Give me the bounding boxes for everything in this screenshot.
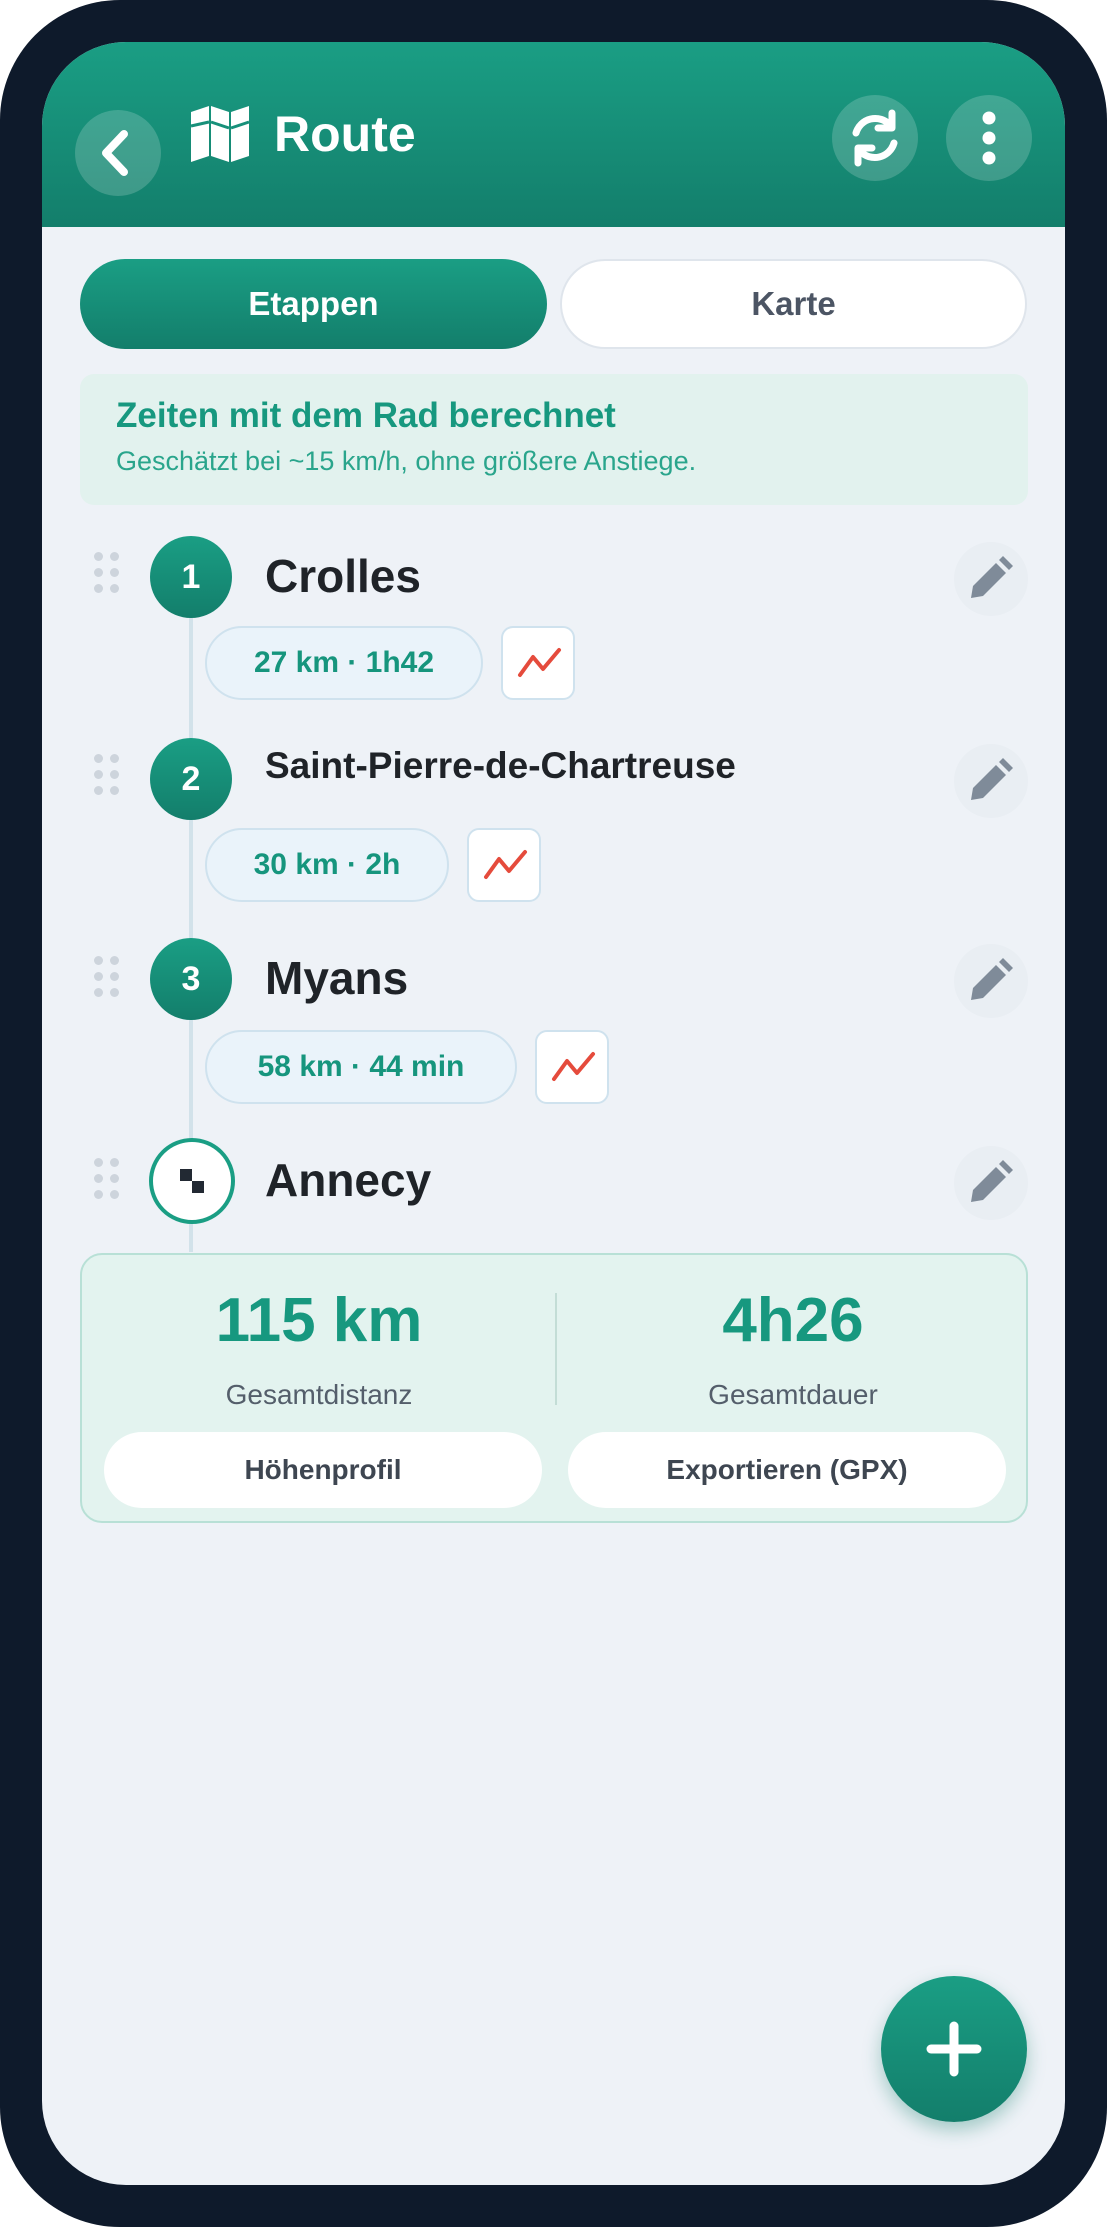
edit-stage-button[interactable]: [954, 542, 1028, 616]
more-menu-button[interactable]: [946, 95, 1032, 181]
refresh-button[interactable]: [832, 95, 918, 181]
stage-number-badge: 2: [150, 738, 232, 820]
drag-handle-icon[interactable]: [94, 754, 122, 800]
elevation-profile-total-button[interactable]: Höhenprofil: [104, 1432, 542, 1508]
stage-number-badge: 1: [150, 536, 232, 618]
edit-stage-button[interactable]: [954, 744, 1028, 818]
pencil-icon: [971, 958, 1013, 1000]
stage-name-annecy: Annecy: [265, 1154, 432, 1206]
pencil-icon: [971, 758, 1013, 800]
route-summary-card: 115 km Gesamtdistanz 4h26 Gesamtdauer Hö…: [80, 1253, 1028, 1523]
edit-stage-button[interactable]: [954, 944, 1028, 1018]
total-duration-label: Gesamtdauer: [708, 1379, 878, 1410]
edit-stage-button[interactable]: [954, 1146, 1028, 1220]
drag-handle-icon[interactable]: [94, 552, 122, 598]
total-duration-value: 4h26: [722, 1286, 864, 1355]
elevation-chart-icon: [484, 850, 527, 879]
leg-distance-time: 58 km · 44 min: [205, 1030, 517, 1104]
chevron-left-icon: [102, 130, 128, 176]
tab-karte[interactable]: Karte: [560, 259, 1027, 349]
leg-distance-time: 30 km · 2h: [205, 828, 449, 902]
tab-etappen[interactable]: Etappen: [80, 259, 547, 349]
leg-distance-time: 27 km · 1h42: [205, 626, 483, 700]
destination-marker: [149, 1138, 235, 1224]
pencil-icon: [971, 1160, 1013, 1202]
info-subtitle: Geschätzt bei ~15 km/h, ohne größere Ans…: [116, 446, 697, 476]
elevation-profile-button[interactable]: [535, 1030, 609, 1104]
stage-number-badge: 3: [150, 938, 232, 1020]
pencil-icon: [971, 556, 1013, 598]
stage-name-saint-pierre: Saint-Pierre-de-Chartreuse: [265, 745, 736, 786]
back-button[interactable]: [75, 110, 161, 196]
stage-name-myans: Myans: [265, 952, 409, 1004]
add-stage-button[interactable]: [881, 1976, 1027, 2122]
total-distance-value: 115 km: [215, 1286, 423, 1355]
export-gpx-button[interactable]: Exportieren (GPX): [568, 1432, 1006, 1508]
drag-handle-icon[interactable]: [94, 956, 122, 1002]
plus-icon: [926, 2021, 982, 2077]
app-screen: Route Etappen Karte Zeiten mit dem Rad b…: [42, 42, 1065, 2185]
stage-name-crolles: Crolles: [265, 550, 421, 602]
total-distance-label: Gesamtdistanz: [225, 1379, 413, 1410]
page-title: Route: [274, 106, 416, 162]
elevation-chart-icon: [552, 1052, 595, 1081]
info-banner: Zeiten mit dem Rad berechnet Geschätzt b…: [80, 374, 1028, 505]
map-icon: [190, 106, 250, 162]
elevation-profile-button[interactable]: [501, 626, 575, 700]
elevation-profile-button[interactable]: [467, 828, 541, 902]
finish-flag-icon: [180, 1169, 204, 1193]
drag-handle-icon[interactable]: [94, 1158, 122, 1204]
more-vertical-icon: [982, 111, 996, 165]
elevation-chart-icon: [518, 648, 561, 677]
info-title: Zeiten mit dem Rad berechnet: [116, 396, 616, 435]
phone-frame: Route Etappen Karte Zeiten mit dem Rad b…: [0, 0, 1107, 2227]
refresh-icon: [852, 109, 898, 167]
app-header: Route: [42, 42, 1065, 227]
